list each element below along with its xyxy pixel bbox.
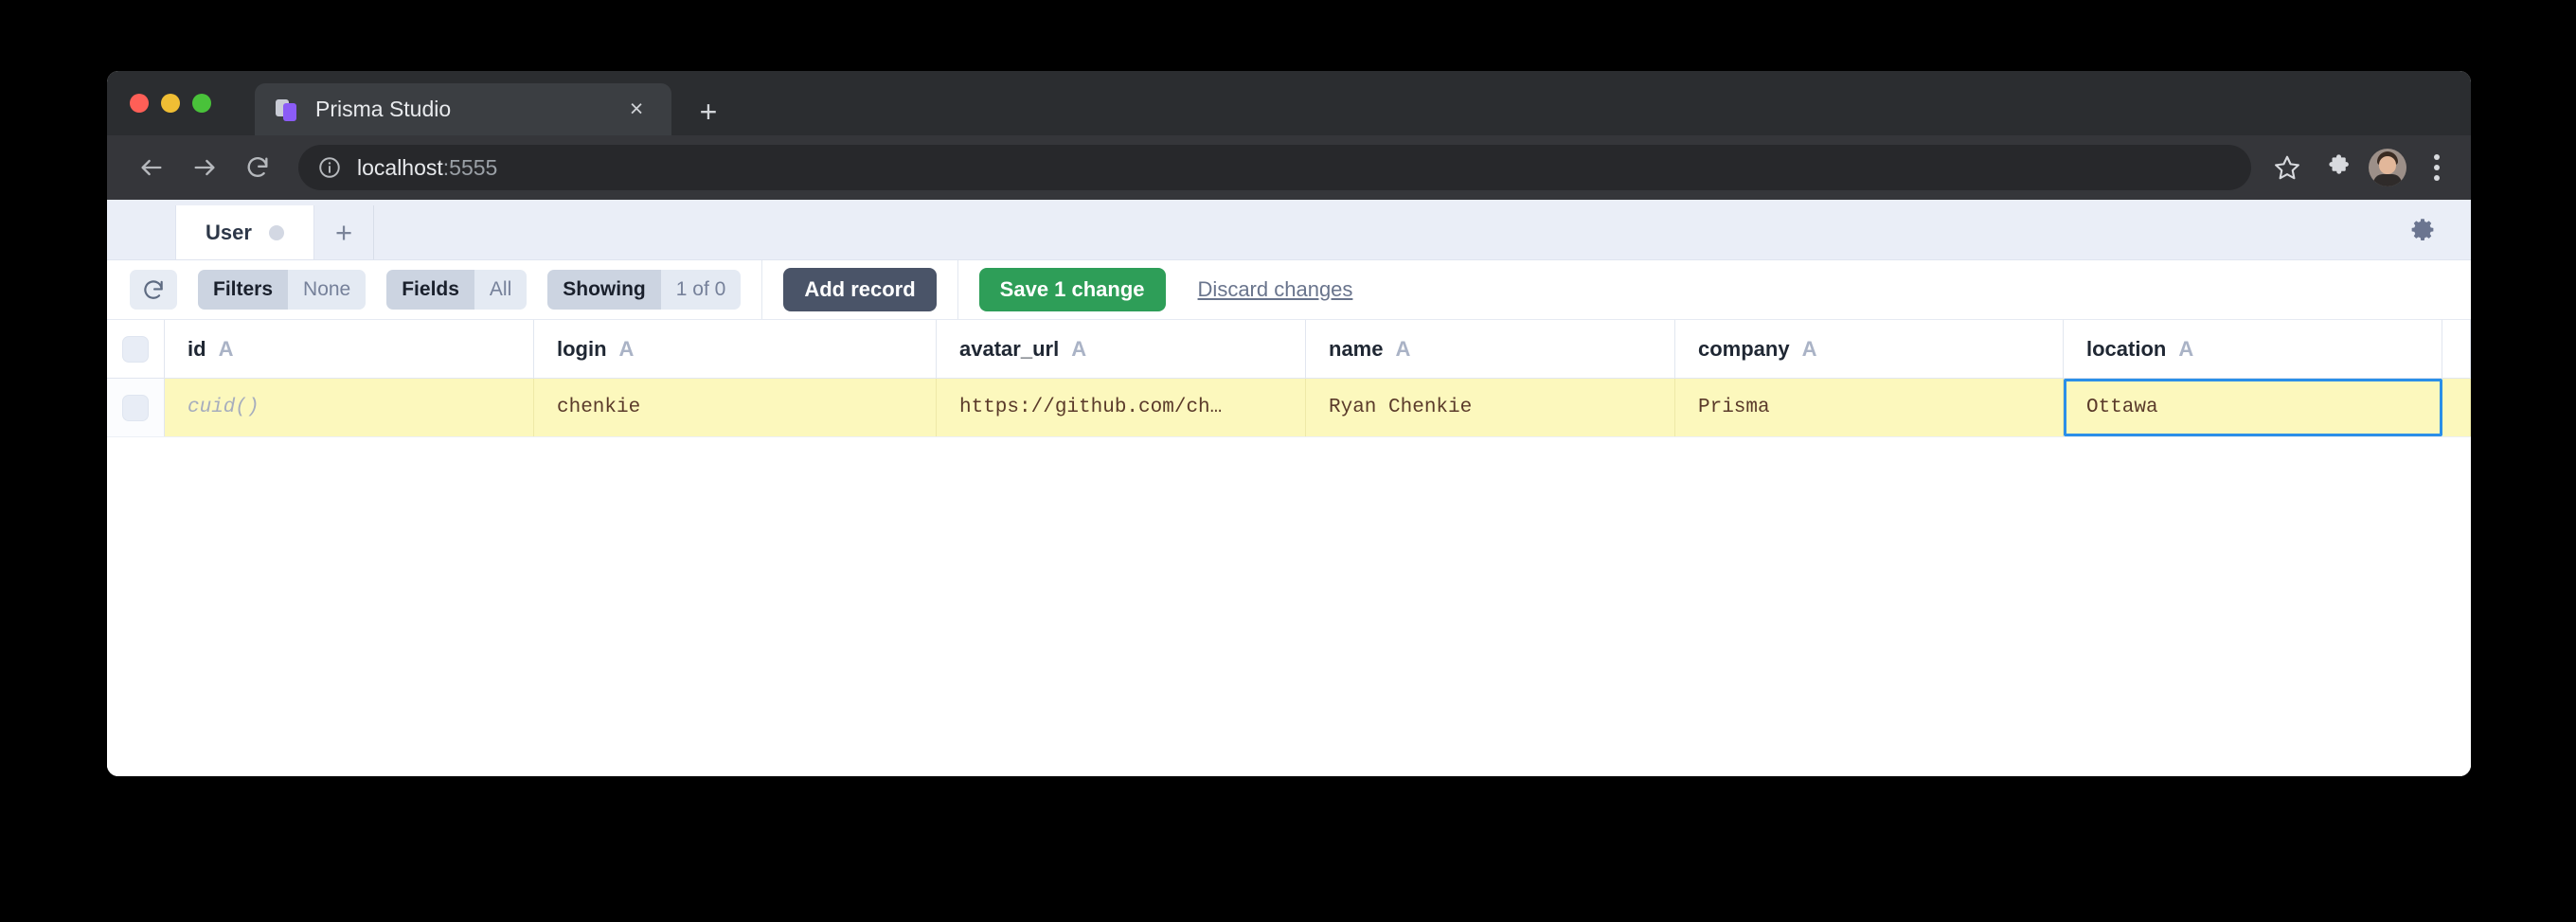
column-header-location[interactable]: location A [2064,320,2442,378]
studio-model-tabbar: User + [107,200,2471,260]
studio-action-toolbar: Filters None Fields All Showing 1 of 0 A… [107,260,2471,320]
reload-icon[interactable] [238,148,277,187]
forward-arrow-icon[interactable] [185,148,224,187]
showing-label: Showing [547,270,661,310]
add-model-tab-button[interactable]: + [314,205,374,259]
puzzle-piece-icon[interactable] [2317,147,2359,188]
browser-tab[interactable]: Prisma Studio × [255,83,671,135]
kebab-menu-icon[interactable] [2418,154,2456,181]
url-host: localhost [357,155,443,180]
discard-changes-link[interactable]: Discard changes [1198,277,1353,302]
browser-tabstrip: Prisma Studio × + [107,71,2471,135]
back-arrow-icon[interactable] [132,148,171,187]
column-header-label: login [557,337,607,362]
cell-value: Ryan Chenkie [1329,397,1472,418]
column-type-indicator: A [219,337,234,362]
cell-name[interactable]: Ryan Chenkie [1306,379,1675,436]
column-header-overflow [2442,320,2471,378]
model-tab-label: User [206,221,252,245]
column-type-indicator: A [1395,337,1410,362]
new-tab-button[interactable]: + [692,96,724,128]
table-empty-area [107,437,2471,776]
cell-avatar-url[interactable]: https://github.com/ch… [937,379,1306,436]
info-circle-icon[interactable] [317,155,342,180]
cell-value: Prisma [1698,397,1770,418]
filters-label: Filters [198,270,288,310]
refresh-icon[interactable] [130,270,177,310]
fields-button[interactable]: Fields All [386,270,527,310]
column-header-id[interactable]: id A [165,320,534,378]
column-header-label: name [1329,337,1383,362]
browser-nav-toolbar: localhost:5555 [107,135,2471,200]
column-header-login[interactable]: login A [534,320,937,378]
toolbar-divider [761,260,762,319]
table-header-row: id A login A avatar_url A name A company… [107,320,2471,379]
cell-company[interactable]: Prisma [1675,379,2064,436]
cell-login[interactable]: chenkie [534,379,937,436]
address-bar-url: localhost:5555 [357,155,497,181]
model-tab-indicator-dot [269,225,284,240]
prisma-logo-icon [276,98,300,122]
fields-value: All [474,270,527,310]
table-body: cuid() chenkie https://github.com/ch… Ry… [107,379,2471,776]
showing-value: 1 of 0 [661,270,742,310]
close-window-button[interactable] [130,94,149,113]
cell-location[interactable]: Ottawa [2064,379,2442,436]
select-all-cell[interactable] [107,320,165,378]
cell-value: chenkie [557,397,640,418]
profile-avatar[interactable] [2369,149,2406,186]
column-header-name[interactable]: name A [1306,320,1675,378]
data-grid: id A login A avatar_url A name A company… [107,320,2471,776]
fields-label: Fields [386,270,474,310]
showing-button[interactable]: Showing 1 of 0 [547,270,741,310]
column-header-label: location [2086,337,2166,362]
window-traffic-lights [130,94,211,113]
select-all-checkbox[interactable] [122,336,149,363]
cell-id[interactable]: cuid() [165,379,534,436]
browser-window: Prisma Studio × + localhost:5555 [107,71,2471,776]
filters-value: None [288,270,366,310]
column-type-indicator: A [1071,337,1086,362]
star-icon[interactable] [2266,147,2308,188]
close-tab-icon[interactable]: × [622,96,651,124]
save-changes-button[interactable]: Save 1 change [979,268,1166,311]
column-header-label: avatar_url [959,337,1059,362]
column-type-indicator: A [1802,337,1817,362]
row-select-checkbox[interactable] [122,395,149,421]
column-type-indicator: A [619,337,635,362]
cell-value: cuid() [188,397,259,418]
browser-tab-title: Prisma Studio [315,97,622,122]
row-select-cell[interactable] [107,379,165,436]
cell-overflow [2442,379,2471,436]
column-header-label: id [188,337,206,362]
url-port: :5555 [443,155,498,180]
table-row[interactable]: cuid() chenkie https://github.com/ch… Ry… [107,379,2471,437]
minimize-window-button[interactable] [161,94,180,113]
maximize-window-button[interactable] [192,94,211,113]
cell-value: Ottawa [2086,397,2158,418]
column-header-avatar-url[interactable]: avatar_url A [937,320,1306,378]
address-bar[interactable]: localhost:5555 [298,145,2251,190]
filters-button[interactable]: Filters None [198,270,366,310]
column-header-label: company [1698,337,1790,362]
add-record-button[interactable]: Add record [783,268,936,311]
column-type-indicator: A [2178,337,2193,362]
cell-value: https://github.com/ch… [959,397,1222,418]
toolbar-divider [957,260,958,319]
gear-icon[interactable] [2406,214,2439,246]
model-tab-user[interactable]: User [175,205,314,259]
column-header-company[interactable]: company A [1675,320,2064,378]
